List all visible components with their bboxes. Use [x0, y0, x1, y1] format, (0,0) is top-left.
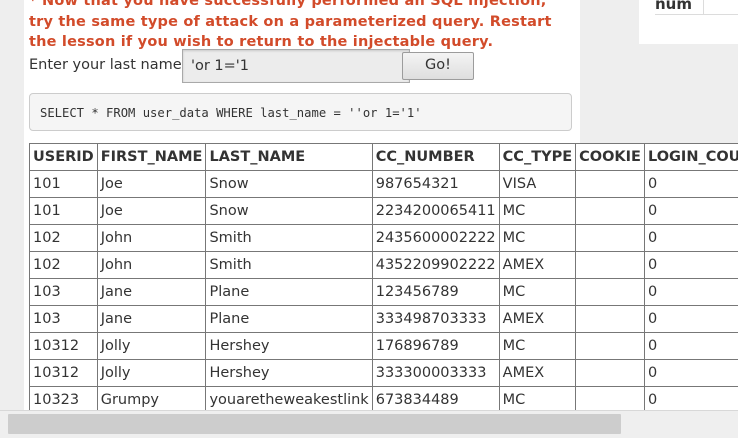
table-cell: [575, 359, 645, 387]
table-cell: John: [96, 251, 207, 279]
table-cell: [575, 332, 645, 360]
table-cell: Hershey: [205, 332, 373, 360]
table-cell: 0: [643, 305, 738, 333]
table-row: 102 John Smith 2435600002222 MC 0: [29, 224, 738, 252]
scrollbar-thumb[interactable]: [8, 414, 621, 434]
side-table-header-empty: [704, 0, 738, 15]
table-cell: 103: [29, 305, 98, 333]
table-cell: AMEX: [498, 251, 577, 279]
table-cell: MC: [498, 224, 577, 252]
table-cell: Snow: [205, 197, 373, 225]
column-header: LAST_NAME: [205, 143, 373, 171]
table-cell: AMEX: [498, 305, 577, 333]
table-cell: 0: [643, 170, 738, 198]
table-cell: MC: [498, 332, 577, 360]
table-cell: 102: [29, 251, 98, 279]
table-cell: 0: [643, 359, 738, 387]
table-cell: John: [96, 224, 207, 252]
table-row: 103 Jane Plane 333498703333 AMEX 0: [29, 305, 738, 333]
table-cell: [575, 197, 645, 225]
table-cell: 333498703333: [371, 305, 500, 333]
table-cell: 123456789: [371, 278, 500, 306]
table-cell: Joe: [96, 197, 207, 225]
table-cell: 10312: [29, 332, 98, 360]
table-cell: MC: [498, 278, 577, 306]
table-cell: Smith: [205, 251, 373, 279]
table-cell: Jolly: [96, 332, 207, 360]
table-cell: 4352209902222: [371, 251, 500, 279]
table-cell: 10312: [29, 359, 98, 387]
results-header-row: USERID FIRST_NAME LAST_NAME CC_NUMBER CC…: [29, 143, 738, 171]
table-cell: [575, 278, 645, 306]
table-cell: Snow: [205, 170, 373, 198]
column-header: COOKIE: [575, 143, 645, 171]
table-row: 102 John Smith 4352209902222 AMEX 0: [29, 251, 738, 279]
table-cell: Hershey: [205, 359, 373, 387]
column-header: LOGIN_COUNT: [643, 143, 738, 171]
side-table-header: num: [655, 0, 738, 15]
table-cell: 0: [643, 251, 738, 279]
table-cell: 0: [643, 278, 738, 306]
table-cell: [575, 170, 645, 198]
table-row: 101 Joe Snow 2234200065411 MC 0: [29, 197, 738, 225]
column-header: FIRST_NAME: [96, 143, 207, 171]
table-cell: 0: [643, 197, 738, 225]
side-table-header-num: num: [655, 0, 704, 15]
column-header: USERID: [29, 143, 98, 171]
column-header: CC_NUMBER: [371, 143, 500, 171]
table-cell: [575, 224, 645, 252]
table-cell: 101: [29, 170, 98, 198]
table-cell: AMEX: [498, 359, 577, 387]
table-cell: 2435600002222: [371, 224, 500, 252]
table-row: 103 Jane Plane 123456789 MC 0: [29, 278, 738, 306]
table-row: 10312 Jolly Hershey 176896789 MC 0: [29, 332, 738, 360]
table-cell: Joe: [96, 170, 207, 198]
table-cell: 333300003333: [371, 359, 500, 387]
table-cell: Plane: [205, 305, 373, 333]
table-cell: Jane: [96, 305, 207, 333]
lesson-message: * Now that you have successfully perform…: [29, 0, 552, 50]
table-cell: Plane: [205, 278, 373, 306]
table-cell: Jane: [96, 278, 207, 306]
table-cell: 0: [643, 224, 738, 252]
last-name-label: Enter your last name:: [29, 57, 187, 73]
table-cell: Jolly: [96, 359, 207, 387]
table-cell: Smith: [205, 224, 373, 252]
table-cell: VISA: [498, 170, 577, 198]
table-cell: 987654321: [371, 170, 500, 198]
table-cell: 102: [29, 224, 98, 252]
table-cell: 103: [29, 278, 98, 306]
last-name-input[interactable]: 'or 1='1: [182, 49, 410, 83]
results-table: USERID FIRST_NAME LAST_NAME CC_NUMBER CC…: [29, 143, 738, 414]
go-button[interactable]: Go!: [402, 52, 474, 80]
table-cell: MC: [498, 197, 577, 225]
table-row: 10312 Jolly Hershey 333300003333 AMEX 0: [29, 359, 738, 387]
sql-query-display: SELECT * FROM user_data WHERE last_name …: [29, 93, 572, 131]
table-row: 101 Joe Snow 987654321 VISA 0: [29, 170, 738, 198]
table-cell: [575, 251, 645, 279]
column-header: CC_TYPE: [498, 143, 577, 171]
horizontal-scrollbar[interactable]: [0, 410, 738, 438]
table-cell: [575, 305, 645, 333]
table-cell: 0: [643, 332, 738, 360]
table-cell: 101: [29, 197, 98, 225]
table-cell: 176896789: [371, 332, 500, 360]
webgoat-page: num * Now that you have successfully per…: [0, 0, 738, 438]
table-cell: 2234200065411: [371, 197, 500, 225]
